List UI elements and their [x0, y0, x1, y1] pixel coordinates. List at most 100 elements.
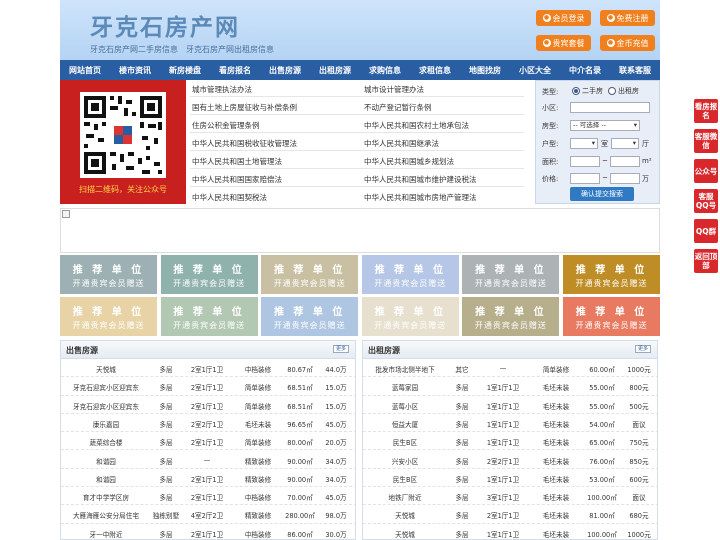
table-cell[interactable]: 地铁厂附近	[363, 492, 447, 502]
news-link[interactable]: 不动产登记暂行条例	[364, 102, 432, 113]
hall-select[interactable]: ▾	[611, 138, 639, 149]
table-row[interactable]: 民生B区 多层 1室1厅1卫 毛坯未装 53.00㎡ 600元	[363, 469, 657, 488]
recommended-unit-tile[interactable]: 推 荐 单 位开通贵宾会员赠送	[160, 297, 258, 336]
sidebar-qq[interactable]: 客服QQ号	[694, 189, 718, 213]
sidebar-wechat[interactable]: 客服微信	[694, 129, 718, 153]
nav-for-rent[interactable]: 出租房源	[310, 60, 360, 80]
sidebar-back-to-top[interactable]: 返回顶部	[694, 249, 718, 273]
table-row[interactable]: 批发市场北侧半地下 其它 — 简单装修 60.00㎡ 1000元	[363, 359, 657, 378]
news-link[interactable]: 中华人民共和国城市房地产管理法	[364, 192, 477, 203]
nav-for-sale[interactable]: 出售房源	[260, 60, 310, 80]
link-rent-info[interactable]: 牙克石房产网出租房信息	[186, 44, 274, 55]
table-row[interactable]: 育才中学学区房 多层 2室1厅1卫 中档装修 70.00㎡ 45.0万	[61, 487, 355, 506]
area-min-input[interactable]	[570, 156, 600, 167]
table-cell[interactable]: 和谐园	[61, 456, 151, 466]
recharge-button[interactable]: ● 金币充值	[600, 35, 655, 51]
news-link[interactable]: 中华人民共和国契税法	[192, 192, 267, 203]
link-sale-info[interactable]: 牙克石房产网二手房信息	[90, 44, 178, 55]
nav-wanted-rent[interactable]: 求租信息	[410, 60, 460, 80]
vip-package-button[interactable]: ● 贵宾套餐	[536, 35, 591, 51]
nav-map-search[interactable]: 地图找房	[460, 60, 510, 80]
news-link[interactable]: 中华人民共和国城乡规划法	[364, 156, 454, 167]
table-cell[interactable]: 恒益大厦	[363, 419, 447, 429]
table-cell[interactable]: 蓝莓小区	[363, 401, 447, 411]
nav-contact[interactable]: 联系客服	[610, 60, 660, 80]
recommended-unit-tile[interactable]: 推 荐 单 位开通贵宾会员赠送	[462, 297, 560, 336]
community-input[interactable]	[570, 102, 650, 113]
table-cell[interactable]: 大雁海雁公安分局住宅	[61, 510, 151, 520]
news-link[interactable]: 城市管理执法办法	[192, 84, 252, 95]
table-row[interactable]: 天悦城 多层 2室1厅1卫 中档装修 80.67㎡ 44.0万	[61, 359, 355, 378]
recommended-unit-tile[interactable]: 推 荐 单 位开通贵宾会员赠送	[361, 255, 459, 294]
table-row[interactable]: 兴安小区 多层 2室2厅1卫 毛坯未装 76.00㎡ 850元	[363, 451, 657, 469]
register-button[interactable]: ● 免费注册	[600, 10, 655, 26]
area-max-input[interactable]	[610, 156, 640, 167]
table-cell[interactable]: 天悦城	[363, 510, 447, 520]
table-row[interactable]: 蔬菜综合楼 多层 2室1厅1卫 简单装修 80.00㎡ 20.0万	[61, 432, 355, 451]
table-row[interactable]: 地铁厂附近 多层 3室1厅1卫 毛坯未装 100.00㎡ 面议	[363, 487, 657, 506]
recommended-unit-tile[interactable]: 推 荐 单 位开通贵宾会员赠送	[60, 297, 157, 336]
recommended-unit-tile[interactable]: 推 荐 单 位开通贵宾会员赠送	[261, 297, 359, 336]
house-type-select[interactable]: -- 可选择 -- ▾	[570, 120, 640, 131]
nav-new-homes[interactable]: 新房楼盘	[160, 60, 210, 80]
table-row[interactable]: 民生B区 多层 1室1厅1卫 毛坯未装 65.00㎡ 750元	[363, 432, 657, 451]
table-cell[interactable]: 批发市场北侧半地下	[363, 364, 447, 374]
recommended-unit-tile[interactable]: 推 荐 单 位开通贵宾会员赠送	[361, 297, 459, 336]
banner-ad[interactable]	[60, 208, 660, 253]
recommended-unit-tile[interactable]: 推 荐 单 位开通贵宾会员赠送	[60, 255, 157, 294]
nav-communities[interactable]: 小区大全	[510, 60, 560, 80]
news-link[interactable]: 中华人民共和国国家赔偿法	[192, 174, 282, 185]
price-max-input[interactable]	[610, 173, 640, 184]
table-row[interactable]: 牙克石迎宾小区迎宾东 多层 2室1厅1卫 简单装修 68.51㎡ 15.0万	[61, 396, 355, 414]
recommended-unit-tile[interactable]: 推 荐 单 位开通贵宾会员赠送	[160, 255, 258, 294]
nav-viewing-signup[interactable]: 看房报名	[210, 60, 260, 80]
recommended-unit-tile[interactable]: 推 荐 单 位开通贵宾会员赠送	[261, 255, 359, 294]
sidebar-qq-group[interactable]: QQ群	[694, 219, 718, 243]
site-logo[interactable]: 牙克石房产网	[90, 8, 240, 42]
table-cell[interactable]: 牙克石迎宾小区迎宾东	[61, 401, 151, 411]
table-row[interactable]: 天悦城 多层 1室1厅1卫 毛坯未装 100.00㎡ 1000元	[363, 524, 657, 539]
news-link[interactable]: 城市设计管理办法	[364, 84, 424, 95]
news-link[interactable]: 中华人民共和国土地管理法	[192, 156, 282, 167]
login-button[interactable]: ● 会员登录	[536, 10, 591, 26]
table-cell[interactable]: 天悦城	[363, 529, 447, 539]
news-link[interactable]: 中华人民共和国税收征收管理法	[192, 138, 297, 149]
table-cell[interactable]: 民生B区	[363, 474, 447, 484]
news-link[interactable]: 住房公积金管理条例	[192, 120, 260, 131]
recommended-unit-tile[interactable]: 推 荐 单 位开通贵宾会员赠送	[462, 255, 560, 294]
news-link[interactable]: 中华人民共和国继承法	[364, 138, 439, 149]
recommended-unit-tile[interactable]: 推 荐 单 位开通贵宾会员赠送	[563, 297, 660, 336]
nav-home[interactable]: 网站首页	[60, 60, 110, 80]
table-cell[interactable]: 康乐嘉园	[61, 419, 151, 429]
table-cell[interactable]: 和谐园	[61, 474, 151, 484]
table-row[interactable]: 和谐园 多层 — 精致装修 90.00㎡ 34.0万	[61, 451, 355, 469]
radio-rental[interactable]	[608, 87, 616, 95]
radio-secondhand[interactable]	[572, 87, 580, 95]
table-row[interactable]: 蓝莓小区 多层 1室1厅1卫 毛坯未装 55.00㎡ 500元	[363, 396, 657, 414]
table-cell[interactable]: 蔬菜综合楼	[61, 437, 151, 447]
rent-more-button[interactable]: 更多	[635, 345, 651, 353]
recommended-unit-tile[interactable]: 推 荐 单 位开通贵宾会员赠送	[563, 255, 660, 294]
news-link[interactable]: 国有土地上房屋征收与补偿条例	[192, 102, 297, 113]
table-row[interactable]: 蓝莓家园 多层 1室1厅1卫 毛坯未装 55.00㎡ 800元	[363, 377, 657, 396]
nav-agents[interactable]: 中介名录	[560, 60, 610, 80]
table-row[interactable]: 和谐园 多层 2室1厅1卫 精致装修 90.00㎡ 34.0万	[61, 469, 355, 488]
table-cell[interactable]: 牙克石迎宾小区迎宾东	[61, 382, 151, 392]
sidebar-viewing-signup[interactable]: 看房报名	[694, 99, 718, 123]
table-row[interactable]: 康乐嘉园 多层 2室2厅1卫 毛坯未装 96.65㎡ 45.0万	[61, 414, 355, 433]
price-min-input[interactable]	[570, 173, 600, 184]
search-submit-button[interactable]: 确认提交搜索	[570, 187, 634, 201]
table-row[interactable]: 天悦城 多层 2室1厅1卫 毛坯未装 81.00㎡ 680元	[363, 505, 657, 524]
nav-news[interactable]: 楼市资讯	[110, 60, 160, 80]
room-select[interactable]: ▾	[570, 138, 598, 149]
sale-more-button[interactable]: 更多	[333, 345, 349, 353]
table-row[interactable]: 牙一中附近 多层 2室1厅1卫 中档装修 86.00㎡ 30.0万	[61, 524, 355, 539]
table-cell[interactable]: 民生B区	[363, 437, 447, 447]
table-cell[interactable]: 育才中学学区房	[61, 492, 151, 502]
table-row[interactable]: 大雁海雁公安分局住宅 独栋别墅 4室2厅2卫 精致装修 280.00㎡ 98.0万	[61, 505, 355, 524]
news-link[interactable]: 中华人民共和国城市维护建设税法	[364, 174, 477, 185]
table-cell[interactable]: 蓝莓家园	[363, 382, 447, 392]
nav-wanted-buy[interactable]: 求购信息	[360, 60, 410, 80]
table-cell[interactable]: 兴安小区	[363, 456, 447, 466]
table-row[interactable]: 牙克石迎宾小区迎宾东 多层 2室1厅1卫 简单装修 68.51㎡ 15.0万	[61, 377, 355, 396]
